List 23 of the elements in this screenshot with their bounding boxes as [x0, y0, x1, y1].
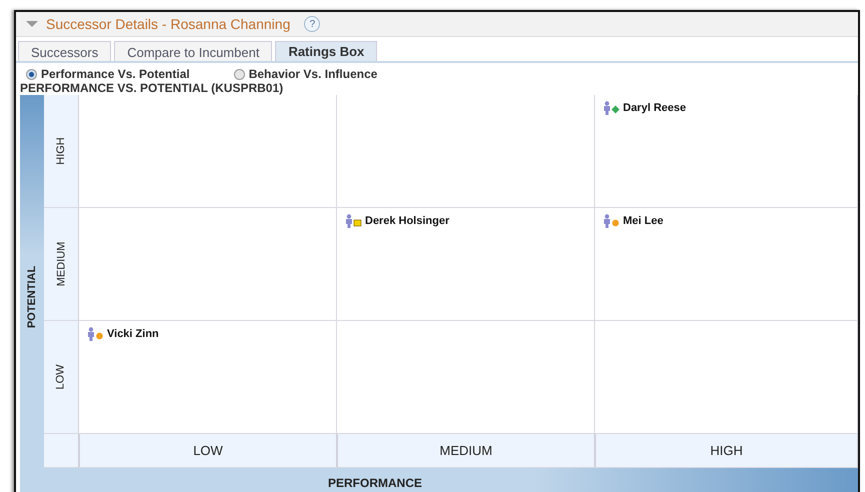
collapse-triangle-icon[interactable] — [26, 21, 38, 27]
row-label: LOW — [55, 364, 67, 390]
tab[interactable]: Successors — [18, 41, 112, 61]
tab[interactable]: Compare to Incumbent — [114, 41, 272, 61]
help-icon[interactable]: ? — [304, 16, 320, 32]
row-label: MEDIUM — [55, 242, 67, 286]
person-name[interactable]: Vicki Zinn — [107, 328, 159, 340]
row-label: HIGH — [55, 137, 67, 165]
column-header: HIGH — [595, 434, 858, 467]
person-name[interactable]: Daryl Reese — [623, 102, 686, 114]
panel-title: Successor Details - Rosanna Channing — [46, 16, 290, 32]
tab[interactable]: Ratings Box — [275, 41, 378, 61]
radio-icon[interactable] — [234, 68, 245, 80]
grid-title: PERFORMANCE VS. POTENTIAL (KUSPRB01) — [19, 81, 284, 95]
person-name[interactable]: Mei Lee — [623, 215, 664, 227]
radio-option[interactable]: Performance Vs. Potential — [26, 67, 190, 81]
y-axis-label: POTENTIAL — [26, 265, 38, 328]
column-header: LOW — [79, 434, 337, 467]
radio-icon[interactable] — [26, 68, 37, 80]
column-header: MEDIUM — [337, 434, 595, 467]
radio-option[interactable]: Behavior Vs. Influence — [234, 67, 378, 81]
x-axis-label: PERFORMANCE — [328, 476, 422, 490]
person-name[interactable]: Derek Holsinger — [365, 215, 450, 227]
